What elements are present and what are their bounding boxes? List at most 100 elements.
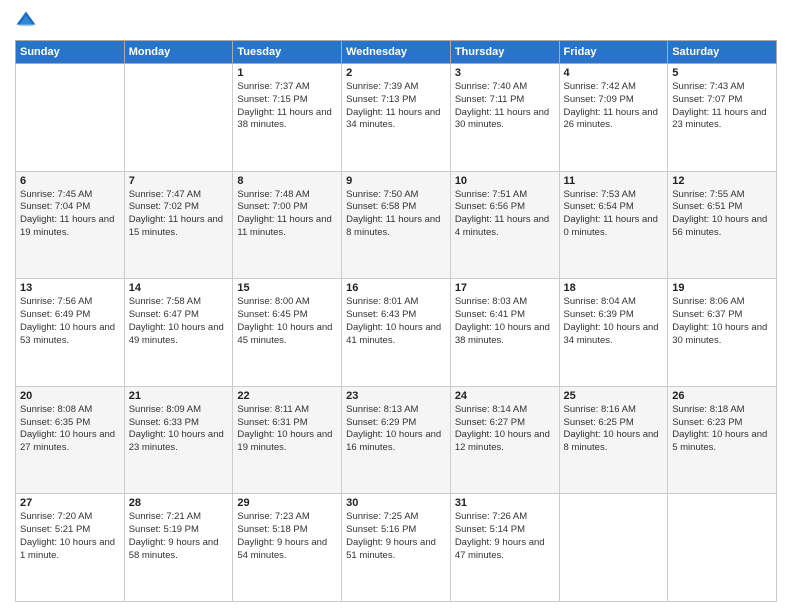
day-number: 4 bbox=[564, 67, 664, 79]
calendar-cell: 27 Sunrise: 7:20 AM Sunset: 5:21 PM Dayli… bbox=[16, 494, 125, 602]
logo-icon bbox=[15, 10, 37, 32]
day-number: 12 bbox=[672, 175, 772, 187]
day-info: Sunrise: 7:40 AM Sunset: 7:11 PM Dayligh… bbox=[455, 81, 555, 132]
day-info: Sunrise: 8:09 AM Sunset: 6:33 PM Dayligh… bbox=[129, 404, 229, 455]
calendar-cell: 12 Sunrise: 7:55 AM Sunset: 6:51 PM Dayli… bbox=[668, 171, 777, 279]
weekday-header-row: SundayMondayTuesdayWednesdayThursdayFrid… bbox=[16, 41, 777, 64]
day-info: Sunrise: 7:45 AM Sunset: 7:04 PM Dayligh… bbox=[20, 189, 120, 240]
calendar-cell: 19 Sunrise: 8:06 AM Sunset: 6:37 PM Dayli… bbox=[668, 279, 777, 387]
weekday-header: Saturday bbox=[668, 41, 777, 64]
calendar-week-row: 20 Sunrise: 8:08 AM Sunset: 6:35 PM Dayli… bbox=[16, 386, 777, 494]
day-info: Sunrise: 8:04 AM Sunset: 6:39 PM Dayligh… bbox=[564, 296, 664, 347]
calendar-page: SundayMondayTuesdayWednesdayThursdayFrid… bbox=[0, 0, 792, 612]
weekday-header: Monday bbox=[124, 41, 233, 64]
day-info: Sunrise: 7:56 AM Sunset: 6:49 PM Dayligh… bbox=[20, 296, 120, 347]
calendar-cell: 2 Sunrise: 7:39 AM Sunset: 7:13 PM Daylig… bbox=[342, 64, 451, 172]
day-info: Sunrise: 8:06 AM Sunset: 6:37 PM Dayligh… bbox=[672, 296, 772, 347]
calendar-cell: 10Sunrise: 7:51 AM Sunset: 6:56 PM Dayli… bbox=[450, 171, 559, 279]
day-number: 23 bbox=[346, 390, 446, 402]
day-info: Sunrise: 7:20 AM Sunset: 5:21 PM Dayligh… bbox=[20, 511, 120, 562]
day-info: Sunrise: 7:25 AM Sunset: 5:16 PM Dayligh… bbox=[346, 511, 446, 562]
weekday-header: Friday bbox=[559, 41, 668, 64]
calendar-week-row: 27 Sunrise: 7:20 AM Sunset: 5:21 PM Dayli… bbox=[16, 494, 777, 602]
day-info: Sunrise: 8:13 AM Sunset: 6:29 PM Dayligh… bbox=[346, 404, 446, 455]
weekday-header: Thursday bbox=[450, 41, 559, 64]
calendar-cell: 17 Sunrise: 8:03 AM Sunset: 6:41 PM Dayli… bbox=[450, 279, 559, 387]
day-info: Sunrise: 8:11 AM Sunset: 6:31 PM Dayligh… bbox=[237, 404, 337, 455]
day-info: Sunrise: 7:50 AM Sunset: 6:58 PM Dayligh… bbox=[346, 189, 446, 240]
day-number: 11 bbox=[564, 175, 664, 187]
day-number: 22 bbox=[237, 390, 337, 402]
day-info: Sunrise: 7:47 AM Sunset: 7:02 PM Dayligh… bbox=[129, 189, 229, 240]
day-info: Sunrise: 7:53 AM Sunset: 6:54 PM Dayligh… bbox=[564, 189, 664, 240]
day-number: 31 bbox=[455, 497, 555, 509]
calendar-cell: 26 Sunrise: 8:18 AM Sunset: 6:23 PM Dayli… bbox=[668, 386, 777, 494]
calendar-cell: 4 Sunrise: 7:42 AM Sunset: 7:09 PM Daylig… bbox=[559, 64, 668, 172]
calendar-cell: 14 Sunrise: 7:58 AM Sunset: 6:47 PM Dayli… bbox=[124, 279, 233, 387]
day-info: Sunrise: 7:39 AM Sunset: 7:13 PM Dayligh… bbox=[346, 81, 446, 132]
day-number: 30 bbox=[346, 497, 446, 509]
calendar-cell: 8Sunrise: 7:48 AM Sunset: 7:00 PM Daylig… bbox=[233, 171, 342, 279]
day-number: 18 bbox=[564, 282, 664, 294]
calendar-cell: 28 Sunrise: 7:21 AM Sunset: 5:19 PM Dayli… bbox=[124, 494, 233, 602]
day-number: 3 bbox=[455, 67, 555, 79]
calendar-cell bbox=[559, 494, 668, 602]
day-number: 29 bbox=[237, 497, 337, 509]
day-number: 15 bbox=[237, 282, 337, 294]
calendar-cell: 16 Sunrise: 8:01 AM Sunset: 6:43 PM Dayli… bbox=[342, 279, 451, 387]
day-number: 16 bbox=[346, 282, 446, 294]
day-number: 2 bbox=[346, 67, 446, 79]
day-number: 9 bbox=[346, 175, 446, 187]
day-info: Sunrise: 7:42 AM Sunset: 7:09 PM Dayligh… bbox=[564, 81, 664, 132]
calendar-cell bbox=[16, 64, 125, 172]
day-info: Sunrise: 8:08 AM Sunset: 6:35 PM Dayligh… bbox=[20, 404, 120, 455]
day-info: Sunrise: 8:01 AM Sunset: 6:43 PM Dayligh… bbox=[346, 296, 446, 347]
calendar-cell: 6 Sunrise: 7:45 AM Sunset: 7:04 PM Daylig… bbox=[16, 171, 125, 279]
day-info: Sunrise: 8:18 AM Sunset: 6:23 PM Dayligh… bbox=[672, 404, 772, 455]
day-info: Sunrise: 7:21 AM Sunset: 5:19 PM Dayligh… bbox=[129, 511, 229, 562]
calendar-week-row: 6 Sunrise: 7:45 AM Sunset: 7:04 PM Daylig… bbox=[16, 171, 777, 279]
weekday-header: Tuesday bbox=[233, 41, 342, 64]
calendar-cell: 30 Sunrise: 7:25 AM Sunset: 5:16 PM Dayli… bbox=[342, 494, 451, 602]
header bbox=[15, 10, 777, 32]
day-number: 7 bbox=[129, 175, 229, 187]
day-info: Sunrise: 7:48 AM Sunset: 7:00 PM Dayligh… bbox=[237, 189, 337, 240]
day-number: 17 bbox=[455, 282, 555, 294]
calendar-week-row: 13 Sunrise: 7:56 AM Sunset: 6:49 PM Dayli… bbox=[16, 279, 777, 387]
day-info: Sunrise: 8:03 AM Sunset: 6:41 PM Dayligh… bbox=[455, 296, 555, 347]
day-number: 27 bbox=[20, 497, 120, 509]
day-number: 1 bbox=[237, 67, 337, 79]
calendar-cell bbox=[668, 494, 777, 602]
day-number: 14 bbox=[129, 282, 229, 294]
day-number: 24 bbox=[455, 390, 555, 402]
calendar-cell: 11 Sunrise: 7:53 AM Sunset: 6:54 PM Dayli… bbox=[559, 171, 668, 279]
day-number: 19 bbox=[672, 282, 772, 294]
calendar-cell: 24 Sunrise: 8:14 AM Sunset: 6:27 PM Dayli… bbox=[450, 386, 559, 494]
weekday-header: Wednesday bbox=[342, 41, 451, 64]
calendar-cell: 7 Sunrise: 7:47 AM Sunset: 7:02 PM Daylig… bbox=[124, 171, 233, 279]
day-number: 28 bbox=[129, 497, 229, 509]
day-info: Sunrise: 7:26 AM Sunset: 5:14 PM Dayligh… bbox=[455, 511, 555, 562]
day-number: 26 bbox=[672, 390, 772, 402]
calendar-cell bbox=[124, 64, 233, 172]
calendar-cell: 25Sunrise: 8:16 AM Sunset: 6:25 PM Dayli… bbox=[559, 386, 668, 494]
day-number: 6 bbox=[20, 175, 120, 187]
day-info: Sunrise: 8:14 AM Sunset: 6:27 PM Dayligh… bbox=[455, 404, 555, 455]
calendar-cell: 29Sunrise: 7:23 AM Sunset: 5:18 PM Dayli… bbox=[233, 494, 342, 602]
day-number: 13 bbox=[20, 282, 120, 294]
day-info: Sunrise: 8:00 AM Sunset: 6:45 PM Dayligh… bbox=[237, 296, 337, 347]
day-info: Sunrise: 7:43 AM Sunset: 7:07 PM Dayligh… bbox=[672, 81, 772, 132]
calendar-cell: 13 Sunrise: 7:56 AM Sunset: 6:49 PM Dayli… bbox=[16, 279, 125, 387]
day-info: Sunrise: 7:55 AM Sunset: 6:51 PM Dayligh… bbox=[672, 189, 772, 240]
calendar-week-row: 1Sunrise: 7:37 AM Sunset: 7:15 PM Daylig… bbox=[16, 64, 777, 172]
day-number: 25 bbox=[564, 390, 664, 402]
calendar-cell: 3 Sunrise: 7:40 AM Sunset: 7:11 PM Daylig… bbox=[450, 64, 559, 172]
calendar-cell: 21Sunrise: 8:09 AM Sunset: 6:33 PM Dayli… bbox=[124, 386, 233, 494]
calendar-table: SundayMondayTuesdayWednesdayThursdayFrid… bbox=[15, 40, 777, 602]
day-info: Sunrise: 7:58 AM Sunset: 6:47 PM Dayligh… bbox=[129, 296, 229, 347]
calendar-cell: 31 Sunrise: 7:26 AM Sunset: 5:14 PM Dayli… bbox=[450, 494, 559, 602]
day-number: 20 bbox=[20, 390, 120, 402]
weekday-header: Sunday bbox=[16, 41, 125, 64]
logo bbox=[15, 10, 41, 32]
calendar-cell: 18 Sunrise: 8:04 AM Sunset: 6:39 PM Dayli… bbox=[559, 279, 668, 387]
